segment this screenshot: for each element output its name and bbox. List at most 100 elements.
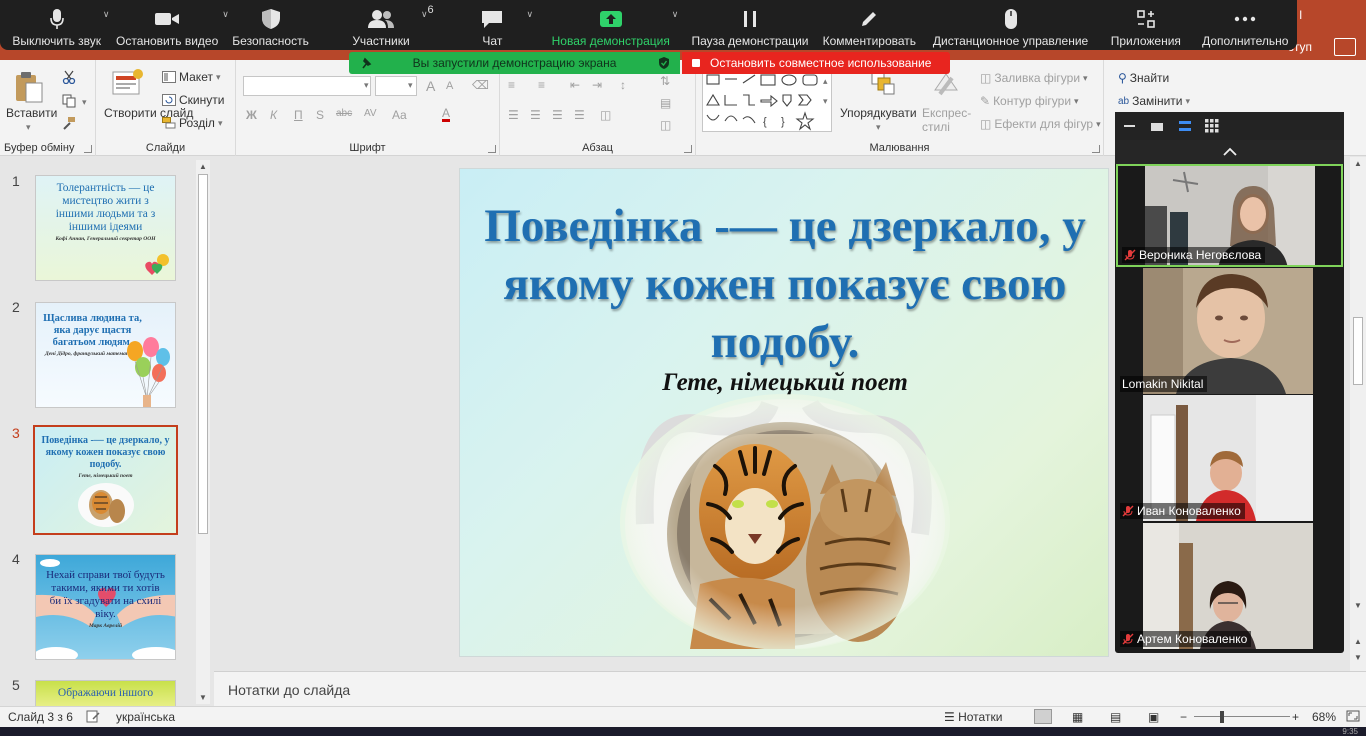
zoom-slider[interactable] bbox=[1194, 716, 1290, 717]
align-center-icon[interactable]: ☰ bbox=[530, 108, 541, 122]
current-slide[interactable]: Поведінка -— це дзеркало, у якому кожен … bbox=[459, 168, 1109, 657]
participant-tile-2[interactable]: Lomakin Nikital bbox=[1116, 268, 1313, 394]
chevron-down-icon[interactable]: ▾ bbox=[26, 122, 31, 133]
spelling-icon[interactable] bbox=[86, 710, 100, 726]
section-button[interactable]: Розділ ▾ bbox=[162, 116, 222, 130]
increase-font-button[interactable]: A bbox=[426, 78, 435, 94]
chevron-down-icon[interactable]: ∨ bbox=[672, 9, 679, 20]
pause-share-button[interactable]: Пауза демонстрации bbox=[684, 0, 815, 50]
remote-control-button[interactable]: Дистанционное управление bbox=[923, 0, 1098, 50]
slide-title[interactable]: Поведінка -— це дзеркало, у якому кожен … bbox=[460, 197, 1108, 371]
new-slide-icon[interactable] bbox=[110, 68, 144, 100]
zoom-in-icon[interactable]: + bbox=[1292, 710, 1299, 724]
notes-pane[interactable]: Нотатки до слайда bbox=[214, 671, 1366, 706]
slide-scrollbar[interactable]: ▲ ▼ ▲ ▼ bbox=[1350, 157, 1366, 671]
zoom-slider-thumb[interactable] bbox=[1220, 711, 1224, 723]
next-slide-icon[interactable]: ▼ bbox=[1350, 653, 1366, 662]
slideshow-icon[interactable]: ▣ bbox=[1148, 710, 1159, 724]
slide-thumbnail-3[interactable]: Поведінка -— це дзеркало, у якому кожен … bbox=[33, 425, 178, 535]
char-spacing-button[interactable]: AV bbox=[364, 108, 377, 119]
chevron-up-icon[interactable]: ▴ bbox=[823, 76, 828, 87]
reset-button[interactable]: Скинути bbox=[162, 93, 224, 107]
font-family-input[interactable] bbox=[243, 76, 371, 96]
slide-thumbnail-2[interactable]: Щаслива людина та, яка дарує щастя багат… bbox=[35, 302, 176, 408]
bullets-icon[interactable]: ≡ bbox=[508, 78, 515, 92]
layout-button[interactable]: Макет ▾ bbox=[162, 70, 221, 84]
chevron-down-icon[interactable]: ∨ bbox=[527, 9, 534, 20]
slide-sorter-icon[interactable]: ▦ bbox=[1072, 710, 1083, 724]
zoom-level[interactable]: 68% bbox=[1312, 710, 1336, 724]
dialog-launcher-icon[interactable] bbox=[1092, 145, 1100, 153]
chevron-down-icon[interactable]: ∨ bbox=[421, 9, 428, 20]
scrollbar-thumb[interactable] bbox=[1353, 317, 1363, 385]
quick-styles-label[interactable]: Експрес-стилі bbox=[922, 106, 978, 134]
italic-button[interactable]: К bbox=[270, 108, 277, 122]
participant-tile-3[interactable]: Иван Коноваленко bbox=[1116, 395, 1313, 521]
thumbnail-scrollbar[interactable]: ▲ ▼ bbox=[196, 160, 210, 704]
align-right-icon[interactable]: ☰ bbox=[552, 108, 563, 122]
smartart-icon[interactable]: ◫ bbox=[660, 118, 671, 132]
shape-outline-button[interactable]: ✎ Контур фігури ▾ bbox=[980, 94, 1079, 108]
line-spacing-icon[interactable]: ↕ bbox=[620, 78, 626, 92]
slide-thumbnail-5[interactable]: Ображаючи іншого bbox=[35, 680, 176, 706]
minimize-icon[interactable] bbox=[1124, 125, 1135, 127]
scrollbar-thumb[interactable] bbox=[198, 174, 208, 534]
annotate-button[interactable]: Комментировать bbox=[816, 0, 923, 50]
underline-button[interactable]: П bbox=[294, 108, 303, 122]
participant-tile-1[interactable]: Вероника Неговєлова bbox=[1116, 164, 1343, 267]
decrease-indent-icon[interactable]: ⇤ bbox=[570, 78, 580, 92]
chat-button[interactable]: ∨ Чат bbox=[448, 0, 538, 50]
participants-button[interactable]: 6 ∨ Участники bbox=[314, 0, 447, 50]
paste-label[interactable]: Вставити bbox=[6, 106, 57, 120]
columns-icon[interactable]: ◫ bbox=[600, 108, 611, 122]
paste-button[interactable] bbox=[12, 70, 46, 104]
dialog-launcher-icon[interactable] bbox=[488, 145, 496, 153]
security-button[interactable]: Безопасность bbox=[227, 0, 315, 50]
chevron-down-icon[interactable]: ▾ bbox=[876, 122, 881, 133]
reading-view-icon[interactable]: ▤ bbox=[1110, 710, 1121, 724]
apps-button[interactable]: Приложения bbox=[1098, 0, 1193, 50]
stop-video-button[interactable]: ∨ Остановить видео bbox=[107, 0, 229, 50]
bold-button[interactable]: Ж bbox=[246, 108, 257, 122]
chevron-down-icon[interactable]: ▾ bbox=[82, 97, 87, 108]
shapes-gallery[interactable]: {} bbox=[702, 72, 832, 132]
chevron-down-icon[interactable]: ▾ bbox=[364, 80, 369, 91]
scroll-down-icon[interactable]: ▼ bbox=[1350, 601, 1366, 610]
slide-thumbnail-1[interactable]: Толерантність — це мистецтво жити з інши… bbox=[35, 175, 176, 281]
arrange-icon[interactable] bbox=[870, 70, 896, 98]
quick-styles-icon[interactable] bbox=[932, 70, 960, 98]
slide-author[interactable]: Гете, німецький поет bbox=[460, 369, 1108, 397]
format-painter-icon[interactable] bbox=[62, 116, 76, 130]
hide-video-icon[interactable] bbox=[1151, 123, 1163, 131]
replace-button[interactable]: ab Замінити ▾ bbox=[1118, 94, 1190, 108]
language-indicator[interactable]: українська bbox=[116, 710, 175, 724]
gallery-scroll-up[interactable] bbox=[1115, 140, 1344, 164]
speaker-view-icon[interactable] bbox=[1179, 121, 1191, 131]
decrease-font-button[interactable]: A bbox=[446, 80, 453, 92]
notes-placeholder[interactable]: Нотатки до слайда bbox=[228, 682, 350, 698]
dialog-launcher-icon[interactable] bbox=[84, 145, 92, 153]
comments-icon[interactable] bbox=[1334, 38, 1356, 56]
fit-slide-icon[interactable] bbox=[1346, 709, 1360, 726]
dialog-launcher-icon[interactable] bbox=[684, 145, 692, 153]
new-share-button[interactable]: ∨ Новая демонстрация bbox=[537, 0, 684, 50]
numbering-icon[interactable]: ≡ bbox=[538, 78, 545, 92]
tiger-cat-mirror-image[interactable] bbox=[620, 394, 950, 649]
clear-format-icon[interactable]: ⌫ bbox=[472, 78, 489, 92]
notes-toggle-button[interactable]: ☰ Нотатки bbox=[944, 710, 1002, 724]
increase-indent-icon[interactable]: ⇥ bbox=[592, 78, 602, 92]
mute-button[interactable]: ∨ Выключить звук bbox=[6, 0, 109, 50]
cut-icon[interactable] bbox=[62, 70, 76, 84]
change-case-button[interactable]: Aa bbox=[392, 108, 407, 122]
more-button[interactable]: Дополнительно bbox=[1194, 0, 1297, 50]
find-button[interactable]: ⚲ Знайти bbox=[1118, 71, 1169, 85]
font-color-button[interactable]: A bbox=[442, 107, 451, 122]
justify-icon[interactable]: ☰ bbox=[574, 108, 585, 122]
participant-tile-4[interactable]: Артем Коноваленко bbox=[1116, 523, 1313, 649]
shadow-button[interactable]: S bbox=[316, 108, 324, 122]
chevron-down-icon[interactable]: ▾ bbox=[408, 80, 413, 91]
scroll-up-icon[interactable]: ▲ bbox=[196, 162, 210, 171]
gallery-view-icon[interactable] bbox=[1205, 119, 1219, 136]
scroll-down-icon[interactable]: ▼ bbox=[196, 693, 210, 702]
pin-icon[interactable] bbox=[361, 56, 373, 73]
